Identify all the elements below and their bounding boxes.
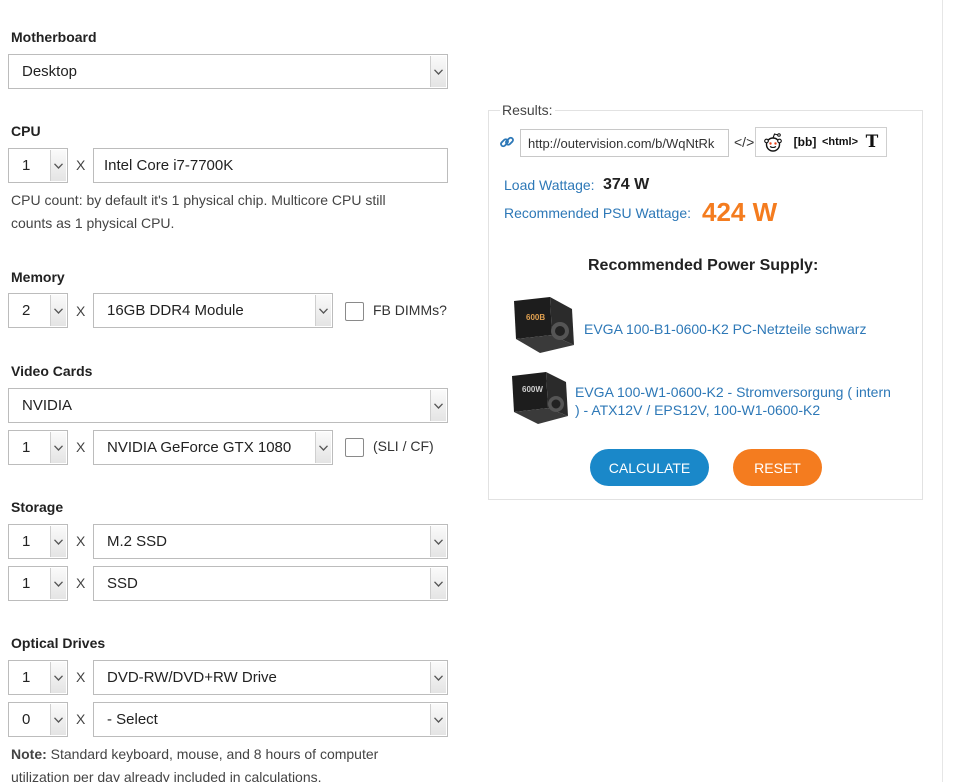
chevron-down-icon xyxy=(430,662,446,693)
psu-wattage-label: Recommended PSU Wattage: xyxy=(504,205,692,221)
motherboard-select[interactable]: Desktop xyxy=(8,54,448,89)
cpu-count-select[interactable]: 1 xyxy=(8,148,68,183)
memory-count-select[interactable]: 2 xyxy=(8,293,68,328)
chevron-down-icon xyxy=(430,704,446,735)
calculate-button[interactable]: CALCULATE xyxy=(590,449,709,486)
psu-product-image[interactable]: 600B xyxy=(510,295,576,355)
sli-label: (SLI / CF) xyxy=(373,438,434,454)
psu-link-2-line-2: ) - ATX12V / EPS12V, 100-W1-0600-K2 xyxy=(575,402,821,418)
times-sign: X xyxy=(76,157,86,173)
recommended-psu-heading: Recommended Power Supply: xyxy=(588,257,819,274)
times-sign: X xyxy=(76,669,86,685)
chevron-down-icon xyxy=(50,432,66,463)
psu-link-2-line-1: EVGA 100-W1-0600-K2 - Stromversorgung ( … xyxy=(575,384,891,400)
cpu-model-value: Intel Core i7-7700K xyxy=(104,157,234,174)
video-brand-select[interactable]: NVIDIA xyxy=(8,388,448,423)
storage-label: Storage xyxy=(11,499,64,515)
memory-module-select[interactable]: 16GB DDR4 Module xyxy=(93,293,333,328)
video-model-value: NVIDIA GeForce GTX 1080 xyxy=(107,439,292,456)
optical-type-value: DVD-RW/DVD+RW Drive xyxy=(107,669,277,686)
times-sign: X xyxy=(76,575,86,591)
load-wattage-label: Load Wattage: xyxy=(504,177,595,193)
page-divider xyxy=(942,0,943,782)
fb-dimms-checkbox[interactable] xyxy=(345,302,364,321)
chevron-down-icon xyxy=(50,526,66,557)
times-sign: X xyxy=(76,439,86,455)
reset-button[interactable]: RESET xyxy=(733,449,822,486)
bbcode-button[interactable]: [bb] xyxy=(789,128,821,156)
chevron-down-icon xyxy=(50,568,66,599)
chevron-down-icon xyxy=(430,526,446,557)
motherboard-value: Desktop xyxy=(22,63,78,80)
optical-type-select-2[interactable]: - Select xyxy=(93,702,448,737)
psu-link-2[interactable]: EVGA 100-W1-0600-K2 - Stromversorgung ( … xyxy=(575,383,915,419)
chevron-down-icon xyxy=(50,704,66,735)
optical-count-select-2[interactable]: 0 xyxy=(8,702,68,737)
reddit-icon[interactable] xyxy=(758,128,788,156)
fb-dimms-label: FB DIMMs? xyxy=(373,302,447,318)
note-line-1: Standard keyboard, mouse, and 8 hours of… xyxy=(46,746,379,762)
storage-type-select-1[interactable]: M.2 SSD xyxy=(93,524,448,559)
storage-type-value: SSD xyxy=(107,575,138,592)
video-count-value: 1 xyxy=(22,439,31,456)
memory-count-value: 2 xyxy=(22,302,31,319)
html-button[interactable]: <html> xyxy=(822,128,858,156)
optical-count-value: 1 xyxy=(22,669,31,686)
times-sign: X xyxy=(76,533,86,549)
cpu-help-text: CPU count: by default it's 1 physical ch… xyxy=(11,189,386,235)
psu-link-1[interactable]: EVGA 100-B1-0600-K2 PC-Netzteile schwarz xyxy=(584,320,866,338)
results-legend: Results: xyxy=(500,102,555,118)
chevron-down-icon xyxy=(315,295,331,326)
psu-wattage-value: 424 W xyxy=(702,197,778,227)
video-cards-label: Video Cards xyxy=(11,363,93,379)
storage-count-value: 1 xyxy=(22,575,31,592)
psu-product-image[interactable]: 600W xyxy=(510,370,572,426)
share-url-input[interactable]: http://outervision.com/b/WqNtRk xyxy=(520,129,729,157)
sli-checkbox[interactable] xyxy=(345,438,364,457)
storage-type-select-2[interactable]: SSD xyxy=(93,566,448,601)
note-bold-label: Note: xyxy=(11,746,47,762)
cpu-help-line-2: counts as 1 physical CPU. xyxy=(11,215,175,231)
storage-count-select-2[interactable]: 1 xyxy=(8,566,68,601)
cpu-model-input[interactable]: Intel Core i7-7700K xyxy=(93,148,448,183)
storage-type-value: M.2 SSD xyxy=(107,533,168,550)
optical-type-select-1[interactable]: DVD-RW/DVD+RW Drive xyxy=(93,660,448,695)
embed-code-icon[interactable]: </> xyxy=(734,134,754,150)
chevron-down-icon xyxy=(50,295,66,326)
chevron-down-icon xyxy=(430,390,446,421)
times-sign: X xyxy=(76,303,86,319)
storage-count-value: 1 xyxy=(22,533,31,550)
optical-count-select-1[interactable]: 1 xyxy=(8,660,68,695)
chevron-down-icon xyxy=(50,150,66,181)
times-sign: X xyxy=(76,711,86,727)
usage-note: Note: Standard keyboard, mouse, and 8 ho… xyxy=(11,743,378,782)
video-model-select[interactable]: NVIDIA GeForce GTX 1080 xyxy=(93,430,333,465)
chevron-down-icon xyxy=(430,568,446,599)
memory-module-value: 16GB DDR4 Module xyxy=(107,302,244,319)
optical-count-value: 0 xyxy=(22,711,31,728)
memory-label: Memory xyxy=(11,269,65,285)
storage-count-select-1[interactable]: 1 xyxy=(8,524,68,559)
video-brand-value: NVIDIA xyxy=(22,397,73,414)
cpu-label: CPU xyxy=(11,123,41,139)
optical-drives-label: Optical Drives xyxy=(11,635,106,651)
psu-box-text: 600B xyxy=(526,313,545,322)
cpu-count-value: 1 xyxy=(22,157,31,174)
share-toolbar: [bb] <html> T xyxy=(755,127,887,157)
video-count-select[interactable]: 1 xyxy=(8,430,68,465)
cpu-help-line-1: CPU count: by default it's 1 physical ch… xyxy=(11,192,386,208)
load-wattage-value: 374 W xyxy=(603,176,650,193)
optical-type-value: - Select xyxy=(107,711,158,728)
psu-box-text: 600W xyxy=(522,385,543,394)
note-line-2: utilization per day already included in … xyxy=(11,769,322,782)
link-icon[interactable] xyxy=(499,134,515,150)
text-button[interactable]: T xyxy=(859,128,885,156)
motherboard-label: Motherboard xyxy=(11,29,97,45)
chevron-down-icon xyxy=(50,662,66,693)
chevron-down-icon xyxy=(315,432,331,463)
chevron-down-icon xyxy=(430,56,446,87)
